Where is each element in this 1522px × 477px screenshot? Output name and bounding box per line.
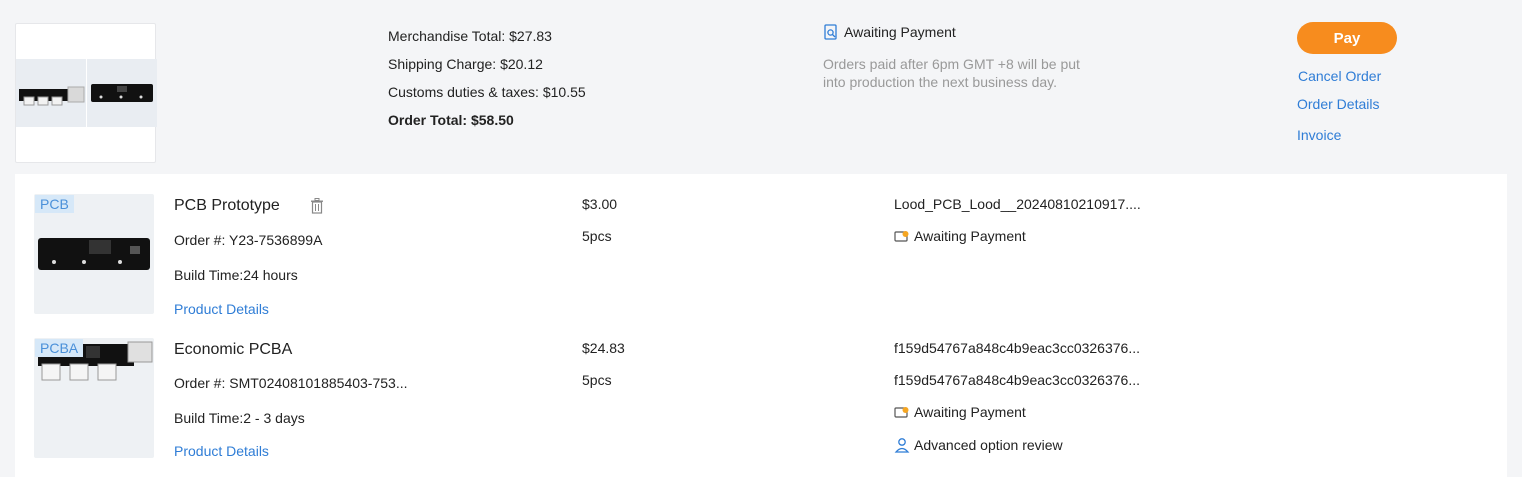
- product-details-link[interactable]: Product Details: [174, 301, 269, 317]
- product-tag: PCBA: [35, 339, 84, 357]
- item-order-number: Order #: SMT02408101885403-753...: [174, 375, 408, 391]
- product-details-link[interactable]: Product Details: [174, 443, 269, 459]
- item-file-text: f159d54767a848c4b9eac3cc0326376...: [894, 340, 1140, 356]
- order-items: PCB PCB Prototype Order #: Y23-7536899A …: [15, 174, 1507, 477]
- order-thumbnail-box[interactable]: [15, 23, 157, 163]
- user-review-icon: [894, 437, 910, 453]
- pay-button[interactable]: Pay: [1297, 22, 1397, 54]
- cancel-order-link[interactable]: Cancel Order: [1298, 68, 1397, 84]
- item-review-label: Advanced option review: [914, 437, 1063, 453]
- customs-duties: Customs duties & taxes: $10.55: [388, 84, 586, 100]
- item-quantity: 5pcs: [582, 228, 612, 244]
- item-title: Economic PCBA: [174, 341, 292, 359]
- item-status-label: Awaiting Payment: [914, 404, 1026, 420]
- item-price: $24.83: [582, 340, 625, 356]
- item-thumbnail[interactable]: PCB: [34, 194, 154, 314]
- thumbnail-pcb: [87, 59, 157, 127]
- item-price: $3.00: [582, 196, 618, 212]
- wallet-icon: [894, 405, 910, 419]
- order-status-label: Awaiting Payment: [844, 24, 956, 40]
- item-title-text: PCB Prototype: [174, 197, 280, 214]
- trash-icon[interactable]: [310, 198, 324, 214]
- item-file-name: Lood_PCB_Lood__20240810210917....: [894, 196, 1141, 212]
- shipping-charge: Shipping Charge: $20.12: [388, 56, 543, 72]
- order-status: Awaiting Payment Orders paid after 6pm G…: [823, 22, 1093, 91]
- status-note: Orders paid after 6pm GMT +8 will be put…: [823, 56, 1080, 90]
- order-actions: Pay Cancel Order Order Details Invoice: [1297, 22, 1397, 143]
- product-tag: PCB: [35, 195, 74, 213]
- item-review-status: Advanced option review: [894, 437, 1063, 453]
- order-details-link[interactable]: Order Details: [1297, 96, 1397, 112]
- invoice-link[interactable]: Invoice: [1297, 127, 1397, 143]
- order-totals: Merchandise Total: $27.83 Shipping Charg…: [388, 22, 586, 134]
- order-summary: Merchandise Total: $27.83 Shipping Charg…: [0, 0, 1522, 173]
- order-total: Order Total: $58.50: [388, 112, 514, 128]
- item-file-name-2: f159d54767a848c4b9eac3cc0326376...: [894, 372, 1140, 388]
- item-status-label: Awaiting Payment: [914, 228, 1026, 244]
- item-file-text-2: f159d54767a848c4b9eac3cc0326376...: [894, 372, 1140, 388]
- item-file-name: f159d54767a848c4b9eac3cc0326376...: [894, 340, 1140, 356]
- item-quantity: 5pcs: [582, 372, 612, 388]
- item-status: Awaiting Payment: [894, 404, 1026, 420]
- item-status: Awaiting Payment: [894, 228, 1026, 244]
- item-build-time: Build Time:2 - 3 days: [174, 410, 305, 426]
- item-order-number: Order #: Y23-7536899A: [174, 232, 323, 248]
- item-title-text: Economic PCBA: [174, 341, 293, 358]
- thumbnail-pcba: [16, 59, 86, 127]
- merchandise-total: Merchandise Total: $27.83: [388, 28, 552, 44]
- item-thumbnail[interactable]: PCBA: [34, 338, 154, 458]
- search-document-icon: [823, 24, 839, 40]
- item-file-text: Lood_PCB_Lood__20240810210917....: [894, 196, 1141, 212]
- wallet-icon: [894, 229, 910, 243]
- item-title: PCB Prototype: [174, 197, 324, 215]
- item-build-time: Build Time:24 hours: [174, 267, 298, 283]
